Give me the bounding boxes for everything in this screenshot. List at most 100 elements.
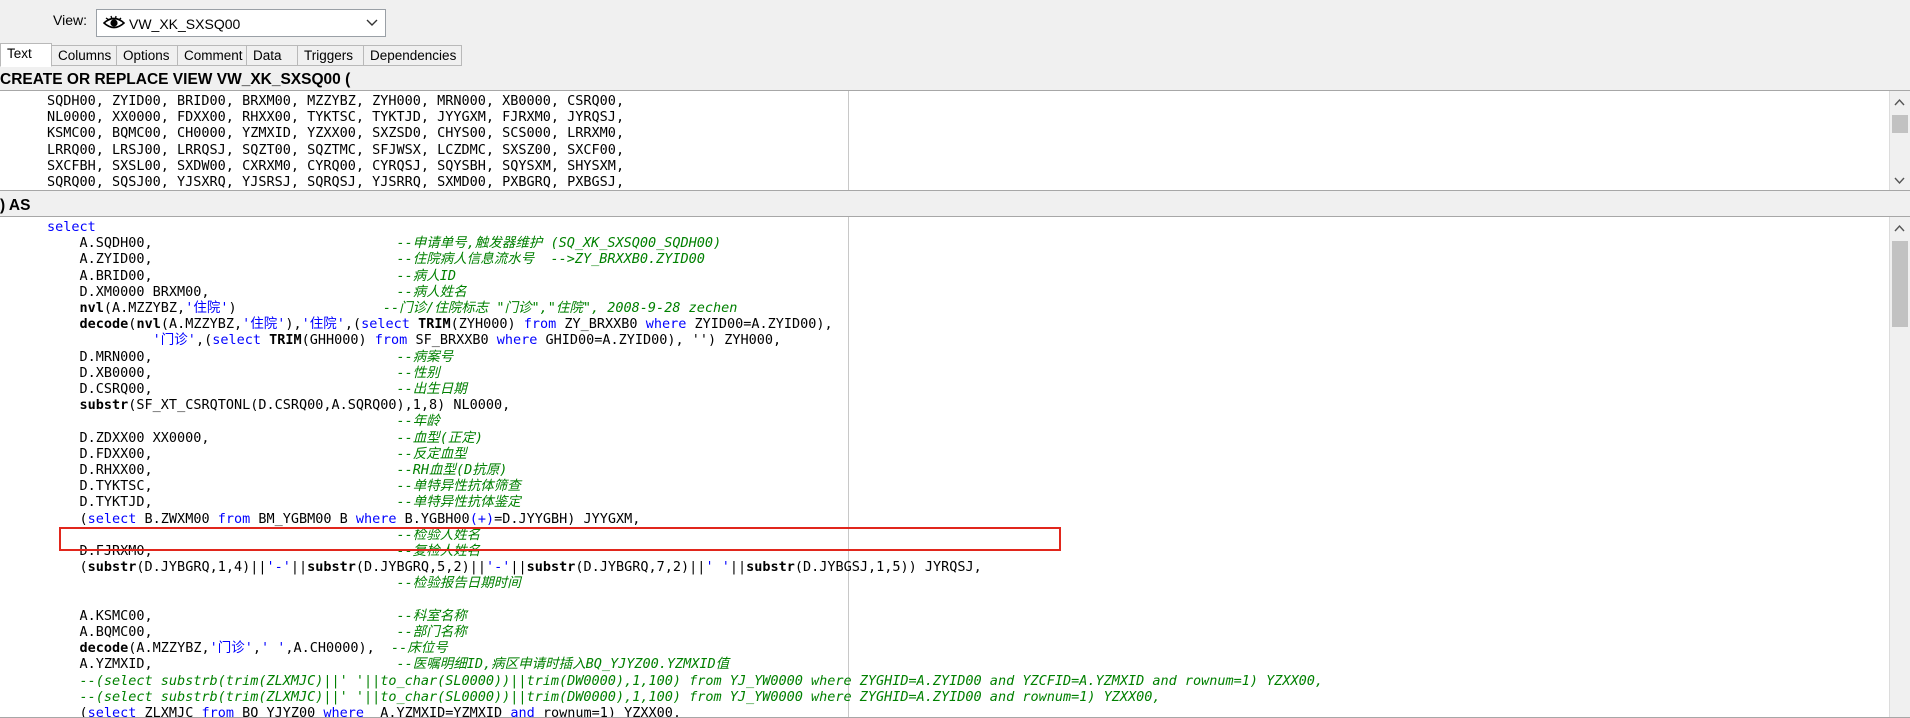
code-line: D.XB0000, --性别	[47, 365, 1323, 381]
tab-columns[interactable]: Columns	[51, 45, 117, 66]
code-line: D.TYKTSC, --单特异性抗体筛查	[47, 478, 1323, 494]
code-line: SQDH00, ZYID00, BRID00, BRXM00, MZZYBZ, …	[47, 93, 625, 109]
code-line: D.RHXX00, --RH血型(D抗原)	[47, 462, 1323, 478]
code-line: --(select substrb(trim(ZLXMJC)||' '||to_…	[47, 672, 1324, 689]
view-selector-dropdown[interactable]: VW_XK_SXSQ00	[96, 9, 386, 37]
highlight-box	[59, 527, 1061, 551]
code-keyword: from	[201, 705, 234, 718]
scroll-down-arrow-icon[interactable]	[1894, 175, 1905, 186]
code-comment: --申请单号,触发器维护 (SQ_XK_SXSQ00_SQDH00)	[396, 235, 722, 252]
code-function: decode	[79, 640, 129, 657]
tab-comment[interactable]: Comment	[177, 45, 247, 66]
code-text: D.CSRQ00,	[47, 381, 397, 398]
code-text: ZY_BRXXB0	[556, 316, 646, 333]
code-text: ),	[285, 316, 302, 333]
code-text: D.XB0000,	[47, 364, 397, 381]
code-string: '-'	[485, 559, 511, 576]
tab-text[interactable]: Text	[0, 43, 52, 67]
code-text: D.TYKTJD,	[47, 494, 397, 511]
code-text: D.FDXX00,	[47, 445, 397, 462]
code-keyword: select	[87, 510, 137, 527]
scroll-up-arrow-icon[interactable]	[1894, 97, 1905, 108]
code-string: (+)	[469, 510, 495, 527]
code-function: substr	[79, 397, 129, 414]
code-keyword: select	[47, 219, 96, 235]
code-text: D.TYKTSC,	[47, 478, 397, 495]
code-line: A.SQDH00, --申请单号,触发器维护 (SQ_XK_SXSQ00_SQD…	[47, 235, 1323, 251]
column-list-scrollbar[interactable]	[1889, 91, 1910, 190]
code-comment: --血型(正定)	[396, 429, 484, 446]
code-comment: --检验报告日期时间	[396, 575, 521, 592]
code-text: BQ_YJYZ00	[233, 705, 324, 718]
code-comment: --医嘱明细ID,病区申请时插入BQ_YJYZ00.YZMXID值	[396, 656, 730, 673]
code-keyword: from	[217, 510, 251, 527]
code-text: (A.MZZYBZ,	[128, 640, 210, 657]
code-line: '门诊',(select TRIM(GHH000) from SF_BRXXB0…	[47, 332, 1323, 348]
code-line: decode(A.MZZYBZ,'门诊',' ',A.CH0000), --床位…	[47, 640, 1323, 656]
create-view-header: CREATE OR REPLACE VIEW VW_XK_SXSQ00 (	[0, 71, 351, 88]
code-string: '门诊'	[209, 640, 253, 657]
eye-icon	[103, 15, 125, 29]
code-line: --年龄	[47, 413, 1323, 429]
code-comment: --病人姓名	[396, 283, 467, 300]
right-margin-line	[848, 91, 849, 190]
code-function: nvl	[79, 300, 104, 317]
code-text: )	[228, 300, 383, 317]
code-text: ||	[290, 559, 308, 576]
code-comment: --单特异性抗体筛查	[396, 478, 521, 495]
tab-data[interactable]: Data	[246, 45, 298, 66]
code-keyword: and	[510, 705, 535, 718]
code-text: (GHH000)	[301, 332, 375, 349]
code-comment: --反定血型	[396, 445, 467, 462]
chevron-down-icon[interactable]	[365, 15, 379, 29]
tab-triggers[interactable]: Triggers	[297, 45, 364, 66]
code-string: '-'	[266, 559, 291, 576]
code-line: SQRQ00, SQSJ00, YJSXRQ, YJSRSJ, SQRQSJ, …	[47, 174, 625, 191]
code-line: A.ZYID00, --住院病人信息流水号 -->ZY_BRXXB0.ZYID0…	[47, 251, 1323, 267]
code-comment: --RH血型(D抗原)	[396, 462, 508, 479]
code-comment: --(select substrb(trim(ZLXMJC)||' '||to_…	[47, 672, 1324, 689]
column-list-editor[interactable]: SQDH00, ZYID00, BRID00, BRXM00, MZZYBZ, …	[0, 90, 1910, 191]
code-text: B.ZWXM00	[136, 510, 218, 527]
code-line: (select ZLXMJC from BQ_YJYZ00 where A.YZ…	[47, 705, 1323, 718]
code-function: substr	[526, 559, 576, 576]
code-comment: --科室名称	[396, 607, 467, 624]
code-text: (	[47, 559, 88, 576]
code-keyword: where	[323, 705, 365, 718]
scroll-thumb[interactable]	[1892, 241, 1908, 327]
code-keyword: where	[496, 332, 538, 349]
tab-options[interactable]: Options	[116, 45, 178, 66]
code-text: (	[47, 705, 88, 718]
code-text: (D.JYBGSJ,1,5)) JYRQSJ,	[794, 559, 982, 576]
code-line: D.MRN000, --病案号	[47, 349, 1323, 365]
code-line: D.XM0000 BRXM00, --病人姓名	[47, 284, 1323, 300]
scroll-thumb[interactable]	[1892, 115, 1908, 133]
code-text: D.MRN000,	[47, 348, 397, 365]
tab-dependencies[interactable]: Dependencies	[363, 45, 462, 66]
code-text: A.ZYID00,	[47, 251, 397, 268]
view-toolbar: View: VW_XK_SXSQ00	[0, 0, 1910, 46]
query-scrollbar[interactable]	[1889, 217, 1910, 717]
code-text: SF_BRXXB0	[407, 332, 497, 349]
code-text: GHID00=A.ZYID00), '') ZYH000,	[537, 332, 782, 349]
code-keyword: select	[212, 332, 261, 349]
code-string: ' '	[260, 640, 286, 657]
code-line: D.FDXX00, --反定血型	[47, 446, 1323, 462]
code-line: --(select substrb(trim(ZLXMJC)||' '||to_…	[47, 689, 1323, 705]
code-text: A.SQDH00,	[47, 235, 397, 252]
view-label: View:	[53, 12, 87, 28]
query-text-editor[interactable]: select A.SQDH00, --申请单号,触发器维护 (SQ_XK_SXS…	[0, 216, 1910, 718]
line-gutter	[0, 217, 44, 717]
code-text: ||	[729, 559, 747, 576]
code-text: D.ZDXX00 XX0000,	[47, 429, 397, 446]
as-header: ) AS	[0, 197, 31, 214]
scroll-up-arrow-icon[interactable]	[1894, 223, 1905, 234]
code-comment: --病案号	[396, 348, 454, 365]
code-text: D.XM0000 BRXM00,	[47, 283, 397, 300]
code-text: ,(	[195, 332, 213, 349]
